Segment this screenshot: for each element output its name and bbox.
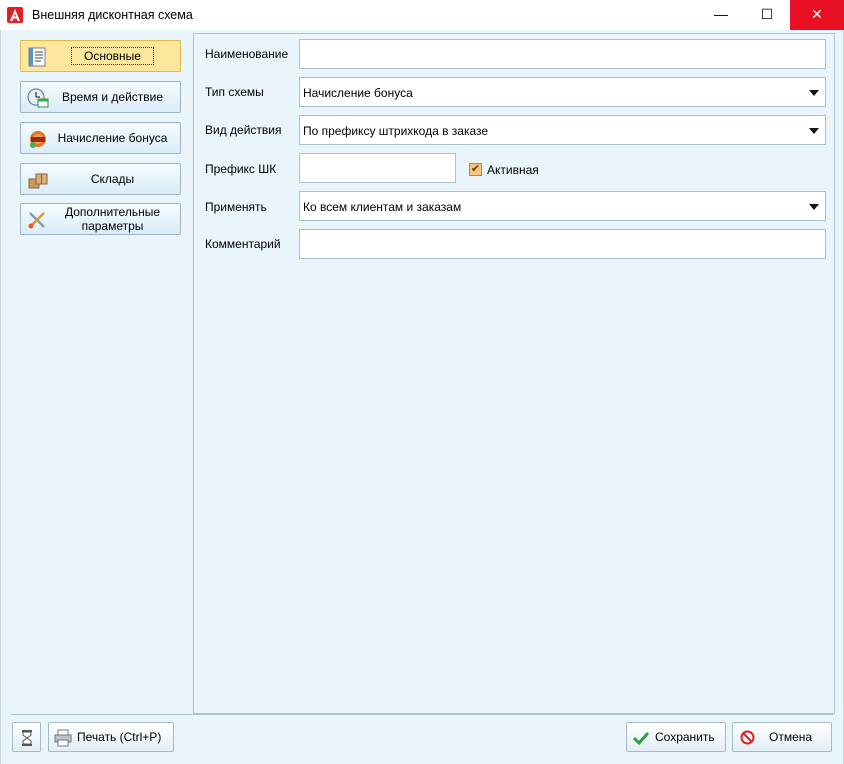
name-field[interactable] bbox=[299, 39, 826, 69]
print-label: Печать (Ctrl+P) bbox=[77, 730, 162, 744]
nav-item-label: Основные bbox=[71, 47, 154, 65]
name-label: Наименование bbox=[205, 47, 289, 61]
action-type-value: По префиксу штрихкода в заказе bbox=[303, 124, 489, 138]
nav-item-time-and-action[interactable]: Время и действие bbox=[20, 81, 181, 113]
document-lines-icon bbox=[28, 47, 46, 67]
comment-field[interactable] bbox=[299, 229, 826, 259]
hourglass-icon bbox=[22, 730, 32, 746]
maximize-icon: ☐ bbox=[760, 6, 774, 22]
title-bar: Внешняя дисконтная схема — ☐ ✕ bbox=[0, 0, 844, 30]
nav-item-additional-params[interactable]: Дополнительные параметры bbox=[20, 203, 181, 235]
comment-label: Комментарий bbox=[205, 237, 281, 251]
apply-label: Применять bbox=[205, 200, 267, 214]
active-checkbox[interactable]: ✔ bbox=[469, 163, 482, 176]
nav-item-warehouses[interactable]: Склады bbox=[20, 163, 181, 195]
prefix-field[interactable] bbox=[299, 153, 456, 183]
nav-item-label: Дополнительные параметры bbox=[65, 205, 160, 233]
minimize-icon: — bbox=[714, 6, 728, 22]
scheme-type-dropdown[interactable]: Начисление бонуса bbox=[299, 77, 826, 107]
close-button[interactable]: ✕ bbox=[790, 0, 844, 30]
active-label: Активная bbox=[487, 163, 539, 177]
nav-item-main[interactable]: Основные bbox=[20, 40, 181, 72]
save-label: Сохранить bbox=[655, 730, 715, 744]
app-logo-icon bbox=[7, 7, 23, 23]
hourglass-button[interactable] bbox=[12, 722, 41, 752]
scheme-type-label: Тип схемы bbox=[205, 85, 264, 99]
cancel-button[interactable]: Отмена bbox=[732, 722, 832, 752]
checkmark-icon bbox=[633, 731, 649, 745]
window-title: Внешняя дисконтная схема bbox=[32, 8, 193, 22]
minimize-button[interactable]: — bbox=[698, 0, 744, 30]
close-icon: ✕ bbox=[811, 6, 823, 22]
apply-value: Ко всем клиентам и заказам bbox=[303, 200, 462, 214]
action-type-dropdown[interactable]: По префиксу штрихкода в заказе bbox=[299, 115, 826, 145]
cancel-icon bbox=[740, 730, 755, 745]
nav-item-label: Склады bbox=[90, 172, 135, 186]
action-type-label: Вид действия bbox=[205, 123, 282, 137]
nav-item-bonus[interactable]: Начисление бонуса bbox=[20, 122, 181, 154]
boxes-icon bbox=[28, 173, 48, 189]
footer-separator bbox=[11, 714, 833, 715]
scheme-type-value: Начисление бонуса bbox=[303, 86, 413, 100]
nav-item-label: Начисление бонуса bbox=[57, 131, 168, 145]
tools-icon bbox=[28, 212, 45, 229]
save-button[interactable]: Сохранить bbox=[626, 722, 726, 752]
chevron-down-icon bbox=[809, 90, 819, 96]
nav-item-label: Время и действие bbox=[61, 90, 164, 104]
chevron-down-icon bbox=[809, 204, 819, 210]
apply-dropdown[interactable]: Ко всем клиентам и заказам bbox=[299, 191, 826, 221]
maximize-button[interactable]: ☐ bbox=[744, 0, 790, 30]
bonus-badge-icon bbox=[30, 131, 46, 148]
clock-calendar-icon bbox=[27, 88, 49, 108]
cancel-label: Отмена bbox=[769, 730, 813, 744]
prefix-label: Префикс ШК bbox=[205, 162, 277, 176]
print-button[interactable]: Печать (Ctrl+P) bbox=[48, 722, 174, 752]
chevron-down-icon bbox=[809, 128, 819, 134]
printer-icon bbox=[54, 729, 72, 747]
